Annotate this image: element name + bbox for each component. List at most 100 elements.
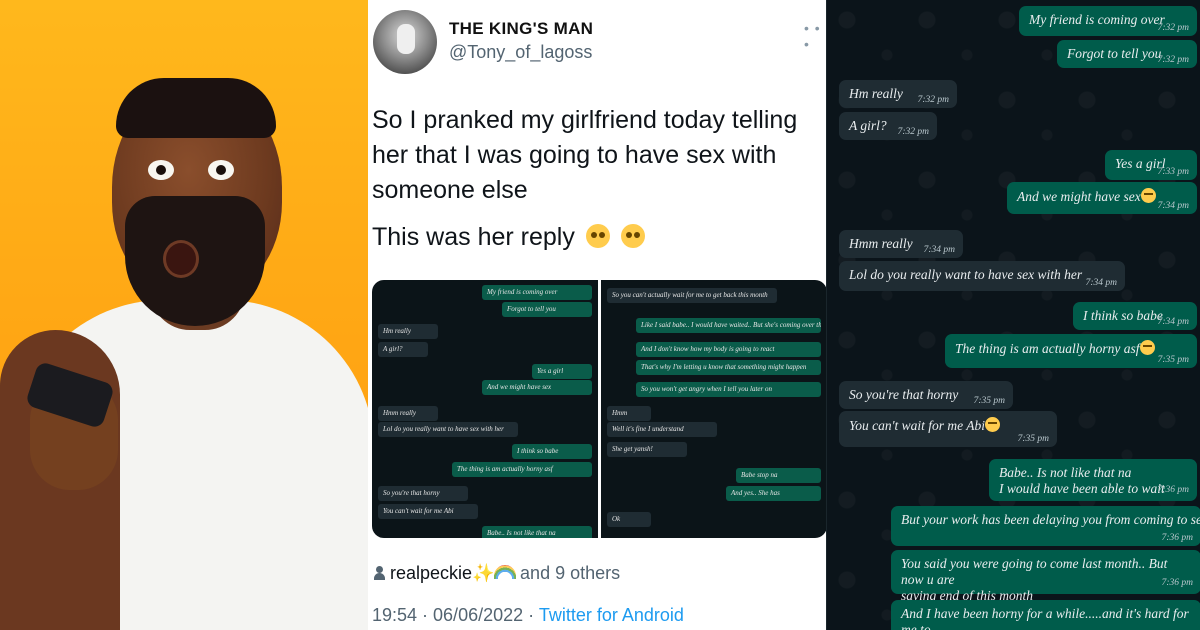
- mini-outgoing-bubble: And I don't know how my body is going to…: [636, 342, 821, 357]
- message-text: The thing is am actually horny asf: [955, 341, 1140, 356]
- emoji-icon: [1140, 188, 1156, 203]
- liked-by-others[interactable]: and 9 others: [520, 563, 620, 583]
- incoming-message-bubble[interactable]: Hm really 7:32 pm: [839, 80, 957, 108]
- message-text: My friend is coming over: [1029, 12, 1165, 27]
- message-text: Babe.. Is not like that na: [999, 465, 1132, 480]
- mini-outgoing-bubble: Like I said babe.. I would have waited..…: [636, 318, 821, 333]
- message-timestamp: 7:34 pm: [1157, 201, 1189, 211]
- message-text: Forgot to tell you: [1067, 46, 1162, 61]
- outgoing-message-bubble[interactable]: My friend is coming over 7:32 pm: [1019, 6, 1197, 36]
- outgoing-message-bubble[interactable]: And I have been horny for a while.....an…: [891, 600, 1200, 630]
- message-timestamp: 7:32 pm: [917, 95, 949, 105]
- dizzy-star-icon: ✨: [472, 563, 495, 583]
- message-text: But your work has been delaying you from…: [901, 512, 1200, 527]
- tweet-text-second: This was her reply: [372, 223, 575, 251]
- message-timestamp: 7:34 pm: [1085, 278, 1117, 288]
- tweet-source[interactable]: Twitter for Android: [539, 605, 684, 625]
- mini-incoming-bubble: Well it's fine I understand: [607, 422, 717, 437]
- emoji-icon: [985, 417, 1001, 432]
- incoming-message-bubble[interactable]: Hmm really 7:34 pm: [839, 230, 963, 258]
- incoming-message-bubble[interactable]: So you're that horny 7:35 pm: [839, 381, 1013, 409]
- message-text: And we might have sex: [1017, 189, 1141, 204]
- tweet-timestamp[interactable]: 19:54 · 06/06/2022 ·: [372, 605, 534, 625]
- mini-outgoing-bubble: And we might have sex: [482, 380, 592, 395]
- incoming-message-bubble[interactable]: You can't wait for me Abi 7:35 pm: [839, 411, 1057, 447]
- message-timestamp: 7:35 pm: [1157, 355, 1189, 365]
- photo-hair: [116, 78, 276, 138]
- mini-outgoing-bubble: That's why I'm letting u know that somet…: [636, 360, 821, 375]
- person-icon: [374, 566, 385, 580]
- user-handle[interactable]: @Tony_of_lagoss: [449, 42, 592, 63]
- outgoing-message-bubble[interactable]: You said you were going to come last mon…: [891, 550, 1200, 603]
- message-timestamp: 7:36 pm: [1157, 485, 1189, 495]
- mini-incoming-bubble: Ok: [607, 512, 651, 527]
- mini-incoming-bubble: Hm really: [378, 324, 438, 339]
- mini-outgoing-bubble: Forgot to tell you: [502, 302, 592, 317]
- photo-eye-right: [208, 160, 234, 180]
- mini-outgoing-bubble: I think so babe: [512, 444, 592, 459]
- tweet-media-image-2[interactable]: So you can't actually wait for me to get…: [601, 280, 827, 538]
- mini-incoming-bubble: You can't wait for me Abi: [378, 504, 478, 519]
- message-text: You said you were going to come last mon…: [901, 556, 1168, 587]
- photo-mouth: [163, 240, 199, 278]
- message-text: And I have been horny for a while.....an…: [901, 606, 1189, 630]
- mini-outgoing-bubble: Babe stop na: [736, 468, 821, 483]
- incoming-message-bubble[interactable]: Lol do you really want to have sex with …: [839, 261, 1125, 291]
- rainbow-icon: [494, 565, 517, 579]
- mini-outgoing-bubble: The thing is am actually horny asf: [452, 462, 592, 477]
- outgoing-message-bubble[interactable]: Yes a girl 7:33 pm: [1105, 150, 1197, 180]
- tweet-card: THE KING'S MAN @Tony_of_lagoss • • • So …: [368, 0, 827, 630]
- mini-incoming-bubble: Lol do you really want to have sex with …: [378, 422, 518, 437]
- message-timestamp: 7:32 pm: [897, 127, 929, 137]
- stock-photo-surprised-man: [0, 0, 368, 630]
- hushed-face-icon: [620, 224, 645, 248]
- tweet-media-image-1[interactable]: My friend is coming over Forgot to tell y…: [372, 280, 598, 538]
- message-timestamp: 7:34 pm: [923, 245, 955, 255]
- mini-incoming-bubble: Hmm really: [378, 406, 438, 421]
- message-timestamp: 7:35 pm: [973, 396, 1005, 406]
- display-name[interactable]: THE KING'S MAN: [449, 19, 593, 39]
- outgoing-message-bubble[interactable]: Forgot to tell you 7:32 pm: [1057, 40, 1197, 68]
- message-text: A girl?: [849, 118, 887, 133]
- mini-outgoing-bubble: And yes.. She has: [726, 486, 821, 501]
- message-timestamp: 7:34 pm: [1157, 317, 1189, 327]
- liked-by-name[interactable]: realpeckie: [390, 563, 472, 583]
- mini-outgoing-bubble: Yes a girl: [532, 364, 592, 379]
- message-text: Hmm really: [849, 236, 913, 251]
- mini-incoming-bubble: So you're that horny: [378, 486, 468, 501]
- outgoing-message-bubble[interactable]: Babe.. Is not like that na I would have b…: [989, 459, 1197, 501]
- outgoing-message-bubble[interactable]: The thing is am actually horny asf 7:35 p…: [945, 334, 1197, 368]
- incoming-message-bubble[interactable]: A girl? 7:32 pm: [839, 112, 937, 140]
- message-timestamp: 7:33 pm: [1157, 167, 1189, 177]
- avatar[interactable]: [373, 10, 437, 74]
- message-text: So you're that horny: [849, 387, 959, 402]
- mini-outgoing-bubble: Babe.. Is not like that na: [482, 526, 592, 538]
- outgoing-message-bubble[interactable]: I think so babe 7:34 pm: [1073, 302, 1197, 330]
- photo-eye-left: [148, 160, 174, 180]
- message-timestamp: 7:35 pm: [1017, 434, 1049, 444]
- message-text: I think so babe: [1083, 308, 1163, 323]
- whatsapp-chat-screenshot: My friend is coming over 7:32 pm Forgot to…: [826, 0, 1200, 630]
- mini-outgoing-bubble: My friend is coming over: [482, 285, 592, 300]
- more-options-icon[interactable]: • • •: [804, 20, 826, 52]
- flushed-face-icon: [585, 224, 610, 248]
- message-timestamp: 7:36 pm: [1161, 533, 1193, 543]
- mini-incoming-bubble: She get yansh!: [607, 442, 687, 457]
- mini-outgoing-bubble: So you won't get angry when I tell you l…: [636, 382, 821, 397]
- message-text: Lol do you really want to have sex with …: [849, 267, 1083, 282]
- message-text: You can't wait for me Abi: [849, 418, 986, 433]
- message-text-line2: I would have been able to wait: [999, 481, 1165, 496]
- mini-incoming-bubble: A girl?: [378, 342, 428, 357]
- liked-by-row[interactable]: realpeckie✨ and 9 others: [374, 563, 620, 584]
- tweet-meta: 19:54 · 06/06/2022 · Twitter for Android: [372, 605, 684, 626]
- message-timestamp: 7:36 pm: [1161, 578, 1193, 588]
- tweet-text-reply-line: This was her reply: [372, 220, 645, 255]
- outgoing-message-bubble[interactable]: But your work has been delaying you from…: [891, 506, 1200, 546]
- mini-incoming-bubble: So you can't actually wait for me to get…: [607, 288, 777, 303]
- message-timestamp: 7:32 pm: [1157, 23, 1189, 33]
- message-text: Hm really: [849, 86, 903, 101]
- emoji-icon: [1139, 340, 1155, 355]
- mini-incoming-bubble: Hmm: [607, 406, 651, 421]
- outgoing-message-bubble[interactable]: And we might have sex 7:34 pm: [1007, 182, 1197, 214]
- message-timestamp: 7:32 pm: [1157, 55, 1189, 65]
